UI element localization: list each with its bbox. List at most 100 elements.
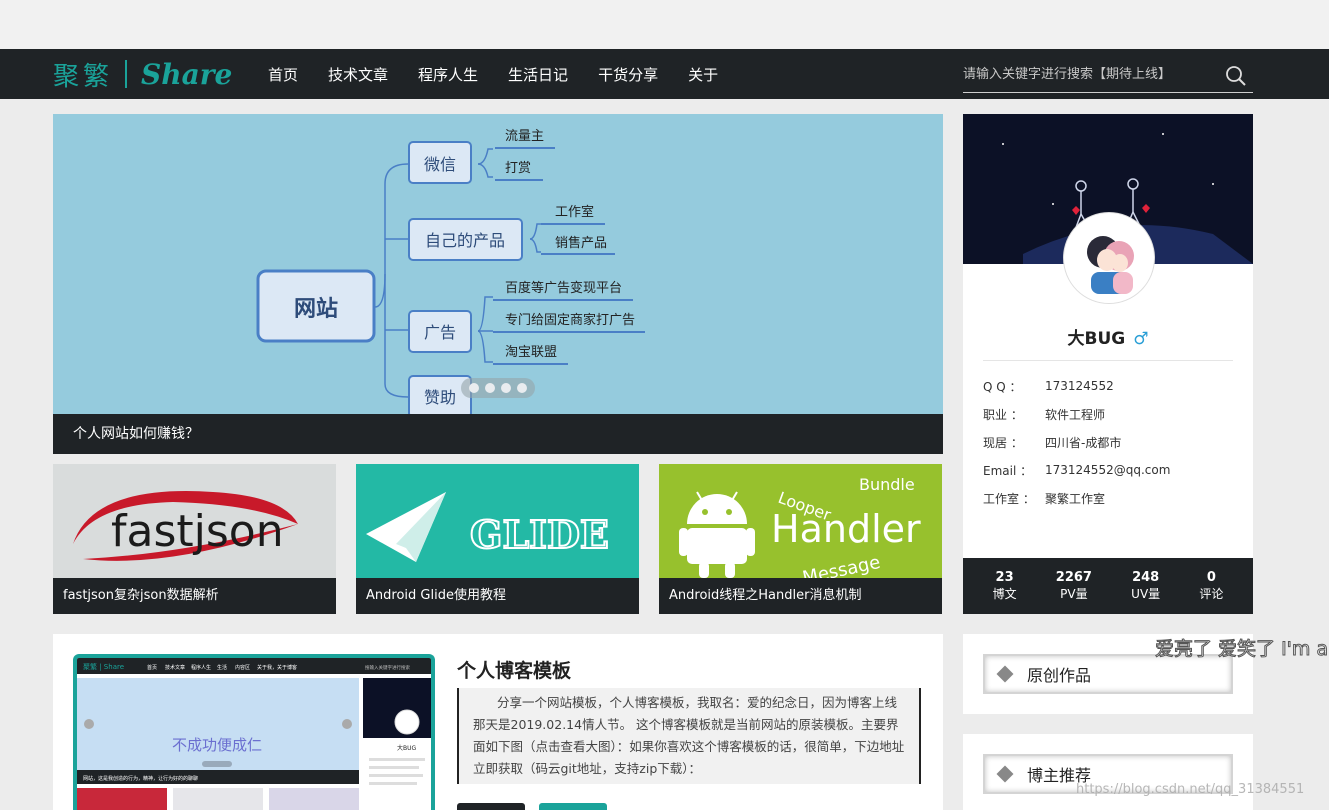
stat-number: 23 — [995, 570, 1014, 585]
nav-life-diary[interactable]: 生活日记 — [508, 64, 568, 85]
nav-programmer-life[interactable]: 程序人生 — [418, 64, 478, 85]
stat-label: PV量 — [1060, 587, 1088, 601]
info-key: 工作室 ： — [983, 491, 1035, 506]
sidebar-recommend: 博主推荐 — [963, 734, 1253, 810]
mindmap-branch-4: 赞助 — [424, 388, 456, 407]
profile-divider — [983, 360, 1233, 361]
search-box — [963, 59, 1253, 93]
danmaku-overlay-text: 爱亮了 爱笑了 I'm a — [1154, 638, 1329, 661]
info-value: 173124552 — [1045, 379, 1114, 393]
thumb-logo: 聚繁 | Share — [83, 662, 124, 671]
card-title[interactable]: fastjson复杂json数据解析 — [53, 578, 336, 614]
thumb-nav: 生活 — [217, 664, 227, 671]
handler-sub-bundle: Bundle — [859, 475, 915, 494]
mindmap-branch-2: 自己的产品 — [425, 231, 505, 250]
watermark-text: https://blog.csdn.net/qq_31384551 — [1076, 782, 1305, 797]
mindmap-branch-3: 广告 — [424, 323, 456, 342]
profile-info-row: 现居 ： 四川省-成都市 — [983, 428, 1170, 456]
stat-number: 0 — [1206, 570, 1216, 585]
slider-caption[interactable]: 个人网站如何赚钱？ — [53, 414, 943, 454]
thumb-caption: 网站，这是我创造的行为，精神，让行为好的的聊聊 — [83, 775, 198, 782]
fastjson-logo-text: fastjson — [111, 506, 284, 557]
info-value: 173124552@qq.com — [1045, 463, 1171, 477]
stat-posts[interactable]: 23 博文 — [993, 570, 1017, 602]
glide-image: GLIDE — [356, 464, 639, 578]
search-icon[interactable] — [1225, 65, 1247, 87]
sidebar-title: 原创作品 — [1027, 666, 1092, 685]
mindmap-leaf: 销售产品 — [555, 235, 607, 251]
diamond-icon — [996, 765, 1014, 783]
profile-card: 大BUG ♂ Q Q ： 173124552 职业 ： 软件工程师 现居 ： 四川省-成… — [963, 114, 1253, 614]
thumb-banner-text: 不成功便成仁 — [172, 736, 262, 754]
mindmap-leaf: 专门给固定商家打广告 — [505, 312, 635, 328]
info-value: 四川省-成都市 — [1045, 435, 1122, 450]
featured-card-handler[interactable]: Looper Bundle Handler Message Android线程之… — [659, 464, 942, 614]
hero-slider[interactable]: 网站 微信 自己的产品 广告 赞助 流量主 打赏 工作室 销售产品 百度等广告变… — [53, 114, 943, 454]
profile-stats: 23 博文 2267 PV量 248 UV量 0 评论 — [963, 558, 1253, 614]
thumb-nav: 关于我，关于博客 — [257, 664, 297, 671]
slider-dot[interactable] — [469, 383, 479, 393]
site-logo[interactable]: 聚繁 Share — [53, 57, 233, 92]
male-icon: ♂ — [1133, 329, 1149, 349]
avatar[interactable] — [1064, 213, 1154, 303]
search-input[interactable] — [963, 59, 1213, 89]
stat-uv[interactable]: 248 UV量 — [1131, 570, 1160, 602]
profile-info-row: Q Q ： 173124552 — [983, 372, 1170, 400]
info-key: 现居 ： — [983, 435, 1023, 450]
fastjson-image: fastjson — [53, 464, 336, 578]
mindmap-leaf: 流量主 — [505, 129, 544, 144]
stat-label: 博文 — [992, 587, 1017, 601]
article-action-button-accent[interactable] — [539, 803, 607, 810]
article-excerpt-text: 分享一个网站模板，个人博客模板，我取名：爱的纪念日，因为博客上线那天是2019.… — [473, 695, 905, 776]
nav-resources[interactable]: 干货分享 — [598, 64, 658, 85]
thumb-nav: 首页 — [147, 664, 157, 671]
nav-home[interactable]: 首页 — [268, 64, 298, 85]
article-thumbnail[interactable]: 聚繁 | Share 首页 技术文章 程序人生 生活 内容区 关于我，关于博客 … — [73, 654, 435, 810]
slider-dot[interactable] — [501, 383, 511, 393]
thumb-nav: 内容区 — [235, 664, 250, 671]
logo-english: Share — [141, 57, 233, 91]
logo-chinese: 聚繁 — [53, 61, 114, 92]
mindmap-leaf: 淘宝联盟 — [505, 345, 557, 360]
stat-comments[interactable]: 0 评论 — [1199, 570, 1223, 602]
article-excerpt: 分享一个网站模板，个人博客模板，我取名：爱的纪念日，因为博客上线那天是2019.… — [457, 688, 921, 784]
info-value: 聚繁工作室 — [1045, 491, 1106, 506]
glide-logo-text: GLIDE — [470, 512, 609, 557]
stat-number: 248 — [1132, 570, 1160, 585]
stat-pv[interactable]: 2267 PV量 — [1056, 570, 1092, 602]
mindmap-leaf: 百度等广告变现平台 — [505, 280, 622, 296]
article-title[interactable]: 个人博客模板 — [457, 656, 571, 683]
info-value: 软件工程师 — [1045, 407, 1106, 422]
mindmap-branch-1: 微信 — [424, 155, 456, 174]
top-spacer — [0, 0, 1329, 49]
thumb-profile-name: 大BUG — [397, 744, 417, 752]
featured-card-fastjson[interactable]: fastjson fastjson复杂json数据解析 — [53, 464, 336, 614]
stat-label: 评论 — [1199, 587, 1224, 601]
article-card: 聚繁 | Share 首页 技术文章 程序人生 生活 内容区 关于我，关于博客 … — [53, 634, 943, 810]
stat-label: UV量 — [1131, 587, 1161, 601]
article-action-button-dark[interactable] — [457, 803, 525, 810]
thumb-search: 搜输入关键字进行搜索 — [365, 664, 410, 671]
info-key: Email ： — [983, 463, 1033, 478]
featured-cards: fastjson fastjson复杂json数据解析 GLIDE Androi… — [53, 464, 943, 614]
card-title[interactable]: Android线程之Handler消息机制 — [659, 578, 942, 614]
mindmap-image: 网站 微信 自己的产品 广告 赞助 流量主 打赏 工作室 销售产品 百度等广告变… — [256, 129, 645, 414]
handler-image: Looper Bundle Handler Message — [659, 464, 942, 578]
mindmap-leaf: 工作室 — [555, 204, 594, 220]
nav-tech-articles[interactable]: 技术文章 — [328, 64, 388, 85]
top-navbar: 聚繁 Share 首页 技术文章 程序人生 生活日记 干货分享 关于 — [0, 49, 1329, 99]
slider-dot[interactable] — [517, 383, 527, 393]
stat-number: 2267 — [1055, 570, 1092, 585]
main-nav: 首页 技术文章 程序人生 生活日记 干货分享 关于 — [268, 49, 748, 99]
slider-dot[interactable] — [485, 383, 495, 393]
nav-about[interactable]: 关于 — [688, 64, 718, 85]
card-title[interactable]: Android Glide使用教程 — [356, 578, 639, 614]
handler-logo-text: Handler — [771, 507, 921, 551]
slider-pagination — [461, 378, 535, 398]
profile-name-text: 大BUG — [1067, 329, 1126, 349]
profile-info-row: 职业 ： 软件工程师 — [983, 400, 1170, 428]
featured-card-glide[interactable]: GLIDE Android Glide使用教程 — [356, 464, 639, 614]
profile-info-row: Email ： 173124552@qq.com — [983, 456, 1170, 484]
profile-info-row: 工作室 ： 聚繁工作室 — [983, 484, 1170, 512]
logo-divider — [125, 60, 128, 88]
